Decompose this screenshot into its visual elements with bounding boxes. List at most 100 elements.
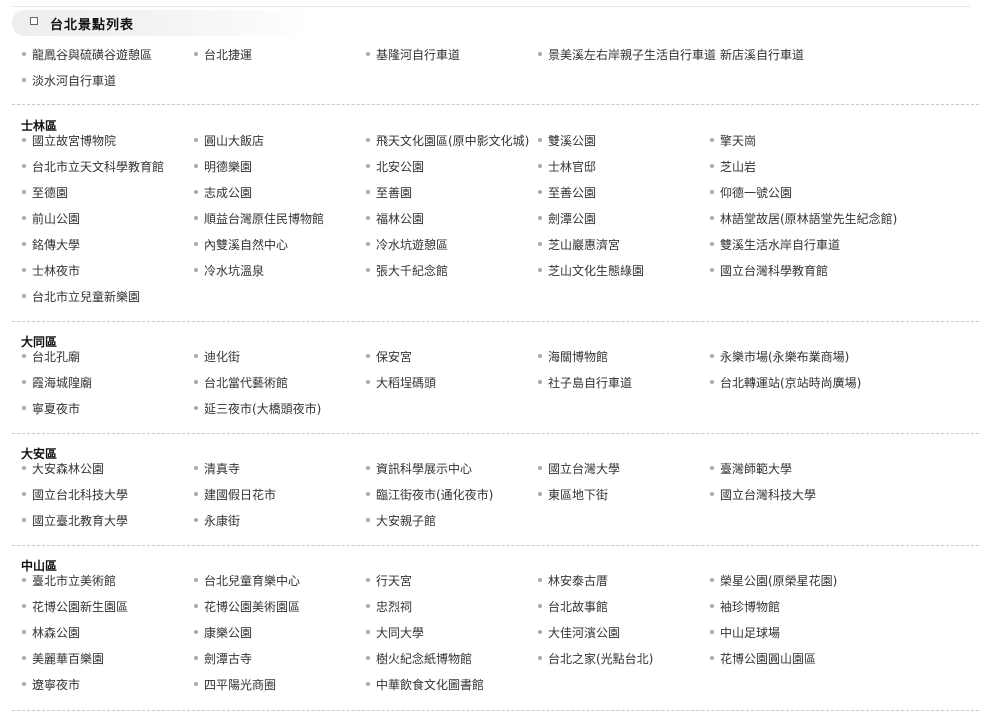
attraction-link[interactable]: 國立台北科技大學 [22,486,128,502]
attraction-link[interactable]: 延三夜市(大橋頭夜市) [194,400,321,416]
attraction-link[interactable]: 雙溪生活水岸自行車道 [710,236,840,252]
attraction-link[interactable]: 保安宮 [366,348,412,364]
bullet-icon [710,656,714,660]
attraction-link[interactable]: 國立台灣大學 [538,460,620,476]
attraction-link[interactable]: 明德樂園 [194,158,252,174]
attraction-link[interactable]: 國立台灣科技大學 [710,486,816,502]
bullet-icon [22,216,26,220]
attraction-link[interactable]: 志成公園 [194,184,252,200]
attraction-link[interactable]: 台北孔廟 [22,348,80,364]
section-2: 大同區 台北孔廟 迪化街 保安宮 海關博物館 永樂市場(永樂布業商場) 霞海城隍廟 台北當代藝… [12,328,979,435]
attraction-label: 劍潭古寺 [204,651,253,666]
attraction-link[interactable]: 寧夏夜市 [22,400,80,416]
attraction-link[interactable]: 臨江街夜市(通化夜市) [366,486,493,502]
attraction-link[interactable]: 圓山大飯店 [194,132,264,148]
attraction-link[interactable]: 榮星公園(原榮星花園) [710,572,837,588]
attraction-link[interactable]: 永康街 [194,512,240,528]
attraction-link[interactable]: 花博公園新生園區 [22,598,128,614]
attraction-link[interactable]: 芝山岩 [710,158,756,174]
attraction-link[interactable]: 資訊科學展示中心 [366,460,472,476]
attraction-link[interactable]: 花博公園美術園區 [194,598,300,614]
attraction-link[interactable]: 大安親子館 [366,512,436,528]
attraction-link[interactable]: 永樂市場(永樂布業商場) [710,348,849,364]
attraction-link[interactable]: 大安森林公園 [22,460,104,476]
attraction-link[interactable]: 台北當代藝術館 [194,374,288,390]
attraction-link[interactable]: 至德園 [22,184,68,200]
attraction-link[interactable]: 清真寺 [194,460,240,476]
attraction-label: 迪化街 [204,349,241,364]
attraction-link[interactable]: 國立台灣科學教育館 [710,262,828,278]
attraction-link[interactable]: 至善園 [366,184,412,200]
attraction-link[interactable]: 台北市立天文科學教育館 [22,158,164,174]
attraction-link[interactable]: 至善公園 [538,184,596,200]
attraction-label: 中山足球場 [720,625,781,640]
attraction-link[interactable]: 國立故宮博物院 [22,132,116,148]
attraction-link[interactable]: 劍潭古寺 [194,650,252,666]
bullet-icon [538,190,542,194]
attraction-link[interactable]: 北安公園 [366,158,424,174]
attraction-link[interactable]: 林語堂故居(原林語堂先生紀念館) [710,210,897,226]
attraction-link[interactable]: 台北市立兒童新樂園 [22,288,140,304]
attraction-link[interactable]: 銘傳大學 [22,236,80,252]
attraction-link[interactable]: 東區地下街 [538,486,608,502]
attraction-link[interactable]: 台北兒童育樂中心 [194,572,300,588]
attraction-link[interactable]: 淡水河自行車道 [22,72,116,88]
attraction-link[interactable]: 龍鳳谷與硫磺谷遊憩區 [22,46,152,62]
attraction-link[interactable]: 行天宮 [366,572,412,588]
attraction-link[interactable]: 前山公園 [22,210,80,226]
attraction-link[interactable]: 林安泰古厝 [538,572,608,588]
attraction-link[interactable]: 擎天崗 [710,132,756,148]
attraction-link[interactable]: 福林公園 [366,210,424,226]
attraction-link[interactable]: 士林官邸 [538,158,596,174]
attraction-link[interactable]: 張大千紀念館 [366,262,448,278]
attraction-link[interactable]: 芝山文化生態綠園 [538,262,644,278]
attraction-link[interactable]: 臺灣師範大學 [710,460,792,476]
attraction-link[interactable]: 國立臺北教育大學 [22,512,128,528]
attraction-link[interactable]: 美麗華百樂園 [22,650,104,666]
attraction-label: 順益台灣原住民博物館 [204,211,325,226]
attraction-link[interactable]: 劍潭公園 [538,210,596,226]
bullet-icon [22,656,26,660]
attraction-link[interactable]: 遼寧夜市 [22,676,80,692]
attraction-link[interactable]: 袖珍博物館 [710,598,780,614]
attraction-link[interactable]: 士林夜市 [22,262,80,278]
attraction-link[interactable]: 大佳河濱公園 [538,624,620,640]
attraction-link[interactable]: 芝山巖惠濟宮 [538,236,620,252]
attraction-link[interactable]: 台北轉運站(京站時尚廣場) [710,374,861,390]
bullet-icon [22,78,26,82]
attraction-link[interactable]: 忠烈祠 [366,598,412,614]
attraction-link[interactable]: 霞海城隍廟 [22,374,92,390]
attraction-label: 芝山文化生態綠園 [548,263,645,278]
attraction-link[interactable]: 仰德一號公園 [710,184,792,200]
attraction-link[interactable]: 康樂公園 [194,624,252,640]
attraction-link[interactable]: 景美溪左右岸親子生活自行車道 [538,46,716,62]
attraction-link[interactable]: 大稻埕碼頭 [366,374,436,390]
attraction-link[interactable]: 飛天文化園區(原中影文化城) [366,132,529,148]
attraction-link[interactable]: 內雙溪自然中心 [194,236,288,252]
bullet-icon [710,354,714,358]
attraction-link[interactable]: 雙溪公園 [538,132,596,148]
attraction-link[interactable]: 冷水坑遊憩區 [366,236,448,252]
attraction-link[interactable]: 花博公園圓山園區 [710,650,816,666]
attraction-link[interactable]: 台北之家(光點台北) [538,650,653,666]
attraction-link[interactable]: 台北捷運 [194,46,252,62]
attraction-link[interactable]: 新店溪自行車道 [710,46,804,62]
attraction-link[interactable]: 迪化街 [194,348,240,364]
attraction-link[interactable]: 四平陽光商圈 [194,676,276,692]
attraction-link[interactable]: 台北故事館 [538,598,608,614]
attraction-label: 張大千紀念館 [376,263,449,278]
attraction-link[interactable]: 林森公園 [22,624,80,640]
attraction-link[interactable]: 樹火紀念紙博物館 [366,650,472,666]
attraction-link[interactable]: 海關博物館 [538,348,608,364]
attraction-link[interactable]: 順益台灣原住民博物館 [194,210,324,226]
attraction-link[interactable]: 冷水坑溫泉 [194,262,264,278]
attraction-link[interactable]: 大同大學 [366,624,424,640]
bullet-icon [710,578,714,582]
attraction-link[interactable]: 建國假日花市 [194,486,276,502]
attraction-link[interactable]: 基隆河自行車道 [366,46,460,62]
bullet-icon [366,268,370,272]
attraction-link[interactable]: 社子島自行車道 [538,374,632,390]
attraction-link[interactable]: 臺北市立美術館 [22,572,116,588]
attraction-link[interactable]: 中華飲食文化圖書館 [366,676,484,692]
attraction-link[interactable]: 中山足球場 [710,624,780,640]
